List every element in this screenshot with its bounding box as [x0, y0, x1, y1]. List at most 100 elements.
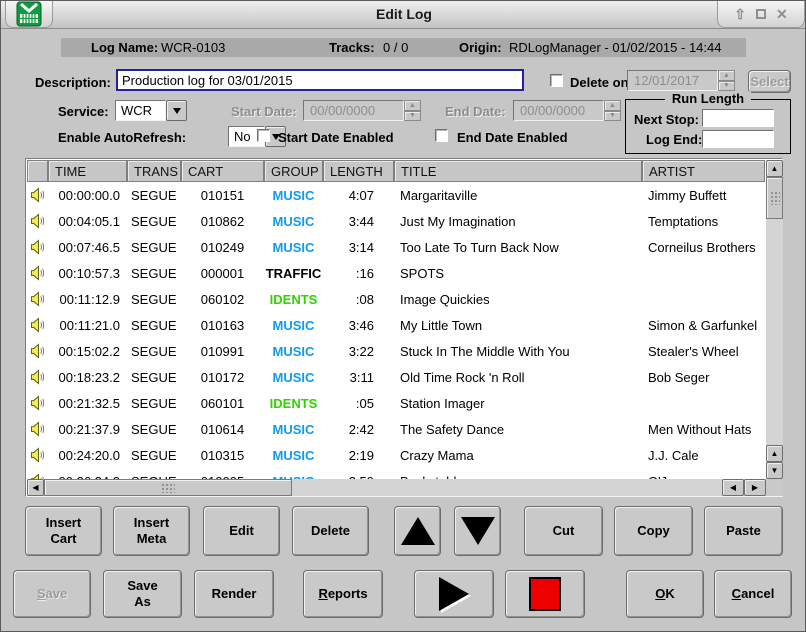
cell-cart: 010614 [181, 416, 264, 442]
spin-down-icon[interactable]: ▼ [604, 111, 621, 122]
cell-artist: Stealer's Wheel [642, 338, 765, 364]
column-header-cart[interactable]: CART [181, 160, 264, 182]
play-button[interactable] [414, 570, 494, 618]
end-date-enabled-checkbox[interactable] [435, 129, 448, 142]
spin-down-icon[interactable]: ▼ [718, 81, 735, 92]
cell-time: 00:18:23.2 [48, 364, 127, 390]
horizontal-scrollbar[interactable]: ◀ ◀ ▶ [27, 479, 766, 496]
start-date-spinner[interactable]: 00/00/0000 ▲ ▼ [303, 100, 421, 121]
cell-time: 00:21:37.9 [48, 416, 127, 442]
copy-button[interactable]: Copy [614, 506, 693, 556]
table-row[interactable]: 00:15:02.2SEGUE010991MUSIC3:22Stuck In T… [27, 338, 765, 364]
cell-group: MUSIC [264, 364, 323, 390]
table-row[interactable]: 00:24:20.0SEGUE010315MUSIC2:19Crazy Mama… [27, 442, 765, 468]
cancel-button[interactable]: Cancel [714, 570, 792, 618]
combo-arrow-icon[interactable] [166, 100, 187, 121]
insert-meta-button[interactable]: Insert Meta [113, 506, 190, 556]
table-row[interactable]: 00:07:46.5SEGUE010249MUSIC3:14Too Late T… [27, 234, 765, 260]
scrollbar-corner [766, 479, 783, 496]
save-as-button[interactable]: Save As [103, 570, 182, 618]
table-row[interactable]: 00:18:23.2SEGUE010172MUSIC3:11Old Time R… [27, 364, 765, 390]
column-header-trans[interactable]: TRANS [127, 160, 181, 182]
cut-button[interactable]: Cut [524, 506, 603, 556]
ok-button[interactable]: OK [626, 570, 704, 618]
service-combobox[interactable]: WCR [115, 100, 187, 121]
cell-cart: 010151 [181, 182, 264, 208]
reports-button[interactable]: Reports [303, 570, 383, 618]
cell-time: 00:07:46.5 [48, 234, 127, 260]
end-date-value: 00/00/0000 [513, 100, 604, 121]
delete-on-checkbox[interactable] [550, 74, 563, 87]
scroll-right-icon[interactable]: ▶ [744, 479, 766, 496]
cell-length: 2:42 [323, 416, 394, 442]
cell-trans: SEGUE [127, 286, 181, 312]
column-header-group[interactable]: GROUP [264, 160, 323, 182]
cell-trans: SEGUE [127, 364, 181, 390]
move-down-button[interactable] [454, 506, 501, 556]
vertical-scrollbar[interactable]: ▲ ▲ ▼ [766, 160, 783, 479]
window-controls: ⇧ ✕ [717, 1, 805, 28]
move-up-button[interactable] [394, 506, 441, 556]
horizontal-scroll-thumb[interactable] [44, 479, 292, 496]
scroll-up-icon[interactable]: ▲ [766, 445, 783, 462]
maximize-icon[interactable] [756, 9, 766, 19]
cell-title: SPOTS [394, 260, 642, 286]
table-row[interactable]: 00:11:21.0SEGUE010163MUSIC3:46My Little … [27, 312, 765, 338]
cell-artist: Bob Seger [642, 364, 765, 390]
cell-trans: SEGUE [127, 390, 181, 416]
origin-value: RDLogManager - 01/02/2015 - 14:44 [509, 40, 721, 55]
table-row[interactable]: 00:00:00.0SEGUE010151MUSIC4:07Margaritav… [27, 182, 765, 208]
table-row[interactable]: 00:04:05.1SEGUE010862MUSIC3:44Just My Im… [27, 208, 765, 234]
spin-up-icon[interactable]: ▲ [604, 100, 621, 111]
close-icon[interactable]: ✕ [776, 7, 788, 21]
start-date-enabled-checkbox[interactable] [257, 129, 270, 142]
spin-down-icon[interactable]: ▼ [404, 111, 421, 122]
paste-button[interactable]: Paste [704, 506, 783, 556]
description-input[interactable] [116, 69, 524, 91]
speaker-icon [30, 447, 45, 463]
cell-length: :05 [323, 390, 394, 416]
table-row[interactable]: 00:26:34.3SEGUE010005MUSIC2:59Backstabbe… [27, 468, 765, 479]
column-header-artist[interactable]: ARTIST [642, 160, 765, 182]
delete-button[interactable]: Delete [292, 506, 369, 556]
vertical-scroll-thumb[interactable] [766, 177, 783, 219]
scroll-left-icon[interactable]: ◀ [27, 479, 44, 496]
cell-group: IDENTS [264, 286, 323, 312]
scroll-down-icon[interactable]: ▼ [766, 462, 783, 479]
scroll-up-icon[interactable]: ▲ [766, 160, 783, 177]
save-button[interactable]: Save [13, 570, 91, 618]
edit-button[interactable]: Edit [203, 506, 280, 556]
cell-artist: J.J. Cale [642, 442, 765, 468]
shade-icon[interactable]: ⇧ [734, 7, 746, 21]
end-date-spinner[interactable]: 00/00/0000 ▲ ▼ [513, 100, 621, 121]
cell-time: 00:11:12.9 [48, 286, 127, 312]
table-row[interactable]: 00:10:57.3SEGUE000001TRAFFIC:16SPOTS [27, 260, 765, 286]
spin-up-icon[interactable]: ▲ [404, 100, 421, 111]
cell-trans: SEGUE [127, 208, 181, 234]
cell-artist: Corneilus Brothers [642, 234, 765, 260]
stop-button[interactable] [505, 570, 585, 618]
table-row[interactable]: 00:21:37.9SEGUE010614MUSIC2:42The Safety… [27, 416, 765, 442]
select-date-button[interactable]: Select [748, 70, 791, 93]
scroll-left-icon[interactable]: ◀ [722, 479, 744, 496]
render-button[interactable]: Render [194, 570, 274, 618]
column-header-time[interactable]: TIME [48, 160, 127, 182]
delete-on-date-spinner[interactable]: 12/01/2017 ▲ ▼ [627, 70, 735, 91]
column-header-length[interactable]: LENGTH [323, 160, 394, 182]
column-header-title[interactable]: TITLE [394, 160, 642, 182]
cell-length: 3:11 [323, 364, 394, 390]
speaker-icon [30, 395, 45, 411]
next-stop-field [702, 109, 774, 127]
cell-artist: Temptations [642, 208, 765, 234]
log-name-value: WCR-0103 [161, 40, 225, 55]
cell-artist: O'Jays [642, 468, 765, 479]
cell-trans: SEGUE [127, 312, 181, 338]
table-row[interactable]: 00:21:32.5SEGUE060101IDENTS:05Station Im… [27, 390, 765, 416]
cell-group: MUSIC [264, 312, 323, 338]
table-row[interactable]: 00:11:12.9SEGUE060102IDENTS:08Image Quic… [27, 286, 765, 312]
column-header-icon[interactable] [27, 160, 48, 182]
spin-up-icon[interactable]: ▲ [718, 70, 735, 81]
log-end-field [702, 130, 774, 148]
insert-cart-button[interactable]: Insert Cart [25, 506, 102, 556]
cell-cart: 010862 [181, 208, 264, 234]
